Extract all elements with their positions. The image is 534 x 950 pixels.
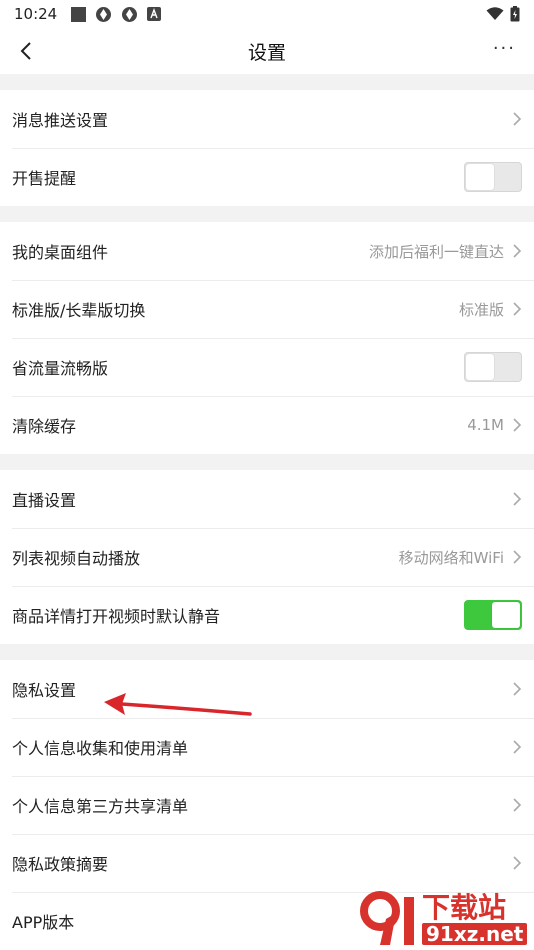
settings-row[interactable]: 个人信息收集和使用清单 [0, 718, 534, 776]
settings-row[interactable]: 清除缓存 4.1M [0, 396, 534, 454]
settings-row-right [464, 600, 522, 630]
settings-row-label: 隐私政策摘要 [12, 855, 109, 874]
back-button[interactable] [12, 37, 40, 65]
status-bar: 10:24 [0, 0, 534, 28]
toggle-switch[interactable] [464, 352, 522, 382]
watermark-cn: 下载站 [422, 891, 507, 924]
section-gap [0, 206, 534, 222]
settings-row-label: 消息推送设置 [12, 111, 109, 130]
settings-row-label: 隐私设置 [12, 681, 77, 700]
notification-square-icon [71, 6, 87, 22]
chevron-right-icon [513, 302, 522, 316]
watermark-en: 91xz.net [422, 923, 528, 945]
watermark: 下载站 91xz.net [360, 890, 530, 948]
settings-row: 省流量流畅版 [0, 338, 534, 396]
settings-row-value: 标准版 [458, 300, 504, 319]
toggle-knob [492, 602, 520, 628]
battery-charging-icon [510, 6, 520, 22]
settings-row[interactable]: 标准版/长辈版切换 标准版 [0, 280, 534, 338]
wifi-icon [486, 7, 504, 20]
settings-row-label: 列表视频自动播放 [12, 549, 141, 568]
section-gap [0, 644, 534, 660]
watermark-logo-icon [360, 891, 414, 945]
settings-row-right [512, 111, 522, 127]
settings-row[interactable]: 个人信息第三方共享清单 [0, 776, 534, 834]
toggle-knob [466, 354, 494, 380]
chevron-right-icon [513, 550, 522, 564]
section-gap [0, 74, 534, 90]
settings-row-right: 添加后福利一键直达 [369, 241, 522, 262]
settings-row-label: 个人信息收集和使用清单 [12, 739, 189, 758]
toggle-switch[interactable] [464, 600, 522, 630]
settings-row[interactable]: 列表视频自动播放 移动网络和WiFi [0, 528, 534, 586]
app-icon [96, 6, 112, 22]
settings-row-right [512, 855, 522, 871]
settings-row-right [512, 681, 522, 697]
page-title: 设置 [247, 41, 286, 64]
settings-row-label: 清除缓存 [12, 417, 77, 436]
settings-row-label: 直播设置 [12, 491, 77, 510]
nav-bar: 设置 ··· [0, 28, 534, 74]
settings-row-value: 移动网络和WiFi [398, 548, 504, 567]
settings-row-label: 开售提醒 [12, 169, 77, 188]
toggle-knob [466, 164, 494, 190]
settings-row-right: 4.1M [467, 416, 522, 434]
chevron-right-icon [513, 112, 522, 126]
settings-row-label: 我的桌面组件 [12, 243, 109, 262]
settings-row-right [464, 352, 522, 382]
chevron-right-icon [513, 798, 522, 812]
settings-row[interactable]: 消息推送设置 [0, 90, 534, 148]
settings-row-right [512, 739, 522, 755]
status-system-icons [486, 6, 520, 22]
settings-row-label: 省流量流畅版 [12, 359, 109, 378]
settings-row[interactable]: 我的桌面组件 添加后福利一键直达 [0, 222, 534, 280]
settings-row-right: 移动网络和WiFi [399, 547, 522, 568]
settings-row-right [512, 797, 522, 813]
settings-row-label: APP版本 [12, 913, 75, 932]
chevron-left-icon [20, 42, 31, 60]
chevron-right-icon [513, 856, 522, 870]
chevron-right-icon [513, 740, 522, 754]
settings-row[interactable]: 隐私设置 [0, 660, 534, 718]
app-icon [122, 6, 138, 22]
settings-row: 开售提醒 [0, 148, 534, 206]
more-options-button[interactable]: ··· [493, 38, 516, 59]
settings-list: 消息推送设置 开售提醒我的桌面组件 添加后福利一键直达标准版/长辈版切换 标准版省流量… [0, 74, 534, 950]
settings-row: 商品详情打开视频时默认静音 [0, 586, 534, 644]
settings-row-right [512, 491, 522, 507]
chevron-right-icon [513, 418, 522, 432]
settings-row-right [464, 162, 522, 192]
settings-row-label: 商品详情打开视频时默认静音 [12, 607, 221, 626]
status-notification-icons [71, 6, 162, 23]
status-time: 10:24 [14, 5, 58, 23]
settings-group: 直播设置列表视频自动播放 移动网络和WiFi 商品详情打开视频时默认静音 [0, 470, 534, 644]
settings-row[interactable]: 隐私政策摘要 [0, 834, 534, 892]
chevron-right-icon [513, 682, 522, 696]
settings-row-label: 标准版/长辈版切换 [12, 301, 146, 320]
settings-row[interactable]: 直播设置 [0, 470, 534, 528]
settings-group: 消息推送设置 开售提醒 [0, 90, 534, 206]
section-gap [0, 454, 534, 470]
settings-row-right: 标准版 [459, 299, 522, 320]
settings-group: 我的桌面组件 添加后福利一键直达标准版/长辈版切换 标准版省流量流畅版 清除缓存 4.1… [0, 222, 534, 454]
chevron-right-icon [513, 244, 522, 258]
a-icon [147, 7, 162, 21]
settings-row-value: 4.1M [467, 416, 504, 434]
toggle-switch[interactable] [464, 162, 522, 192]
settings-row-value: 添加后福利一键直达 [368, 242, 504, 261]
chevron-right-icon [513, 492, 522, 506]
settings-row-label: 个人信息第三方共享清单 [12, 797, 189, 816]
